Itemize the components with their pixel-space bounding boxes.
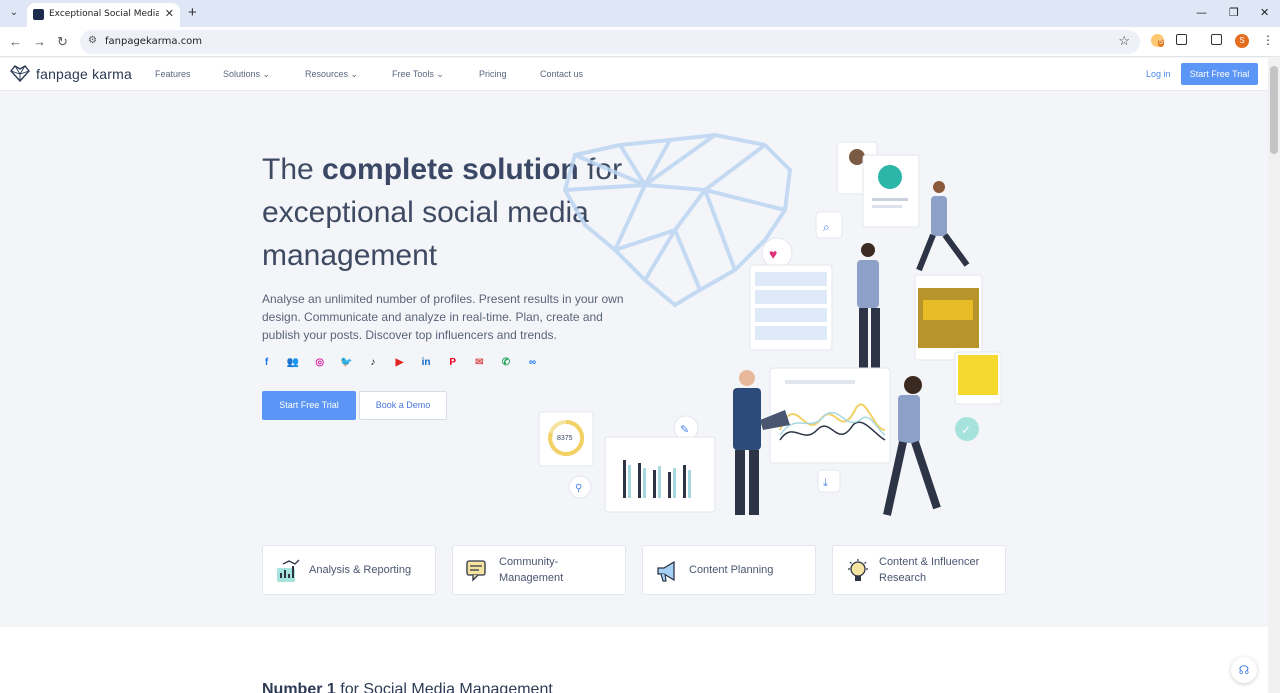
back-icon[interactable]: ←	[9, 34, 22, 49]
site-info-icon[interactable]: ⚙	[88, 35, 97, 46]
users-icon[interactable]: 👥	[287, 356, 300, 369]
nav-free-tools-label: Free Tools	[392, 69, 434, 79]
reload-icon[interactable]: ↻	[57, 34, 68, 50]
instagram-icon[interactable]: ◎	[313, 356, 326, 369]
address-bar[interactable]: ⚙ fanpagekarma.com ☆	[80, 30, 1140, 54]
chevron-down-icon: ⌄	[350, 69, 359, 79]
url-text[interactable]: fanpagekarma.com	[105, 36, 202, 47]
nav-solutions[interactable]: Solutions ⌄	[223, 69, 270, 80]
youtube-icon[interactable]: ▶	[393, 356, 406, 369]
gauge-value: 8375	[557, 435, 573, 442]
tab-title: Exceptional Social Media Ma	[49, 9, 159, 19]
site-header: fanpage karma Features Solutions ⌄ Resou…	[0, 58, 1268, 91]
pencil-icon: ✎	[680, 424, 689, 436]
side-panel-icon[interactable]	[1211, 34, 1222, 45]
linkedin-icon[interactable]: in	[420, 356, 433, 369]
user-icon: ⚲	[575, 483, 582, 494]
avatar	[878, 165, 902, 189]
megaphone-icon	[657, 560, 675, 582]
chevron-down-icon: ⌄	[262, 69, 271, 79]
maximize-button[interactable]: ❐	[1229, 6, 1239, 19]
support-chat-button[interactable]: ☊	[1231, 657, 1257, 683]
nav-resources[interactable]: Resources ⌄	[305, 69, 358, 80]
logo-icon[interactable]	[10, 65, 30, 82]
feature-card-planning[interactable]: Content Planning	[642, 545, 816, 595]
twitter-icon[interactable]: 🐦	[340, 356, 353, 369]
forward-icon[interactable]: →	[33, 34, 46, 49]
login-link[interactable]: Log in	[1146, 69, 1171, 79]
whatsapp-icon[interactable]: ✆	[499, 356, 512, 369]
check-icon: ✓	[961, 423, 971, 437]
browser-tabbar: ⌄ Exceptional Social Media Ma ✕ + — ❐ ✕	[0, 0, 1280, 27]
bookmark-star-icon[interactable]: ☆	[1118, 33, 1130, 49]
logo-text[interactable]: fanpage karma	[36, 66, 132, 82]
minimize-button[interactable]: —	[1196, 6, 1207, 19]
nav-free-tools[interactable]: Free Tools ⌄	[392, 69, 444, 80]
lightbulb-icon	[848, 559, 868, 581]
nav-resources-label: Resources	[305, 69, 349, 79]
book-demo-button[interactable]: Book a Demo	[359, 391, 447, 420]
nav-pricing[interactable]: Pricing	[479, 69, 507, 79]
analysis-icon	[277, 559, 300, 582]
headset-icon: ☊	[1238, 663, 1250, 677]
hero-illustration: ⌕ ♥ ✓ ✎ 8375 ⚲ ⤓	[538, 132, 1002, 516]
feature-card-community[interactable]: Community- Management	[452, 545, 626, 595]
lower-section	[0, 627, 1268, 693]
feature-label: Content & Influencer Research	[879, 556, 980, 584]
feature-label: Content Planning	[689, 564, 774, 576]
search-icon: ⌕	[823, 220, 830, 234]
facebook-icon[interactable]: f	[260, 356, 273, 369]
new-tab-button[interactable]: +	[188, 4, 197, 21]
feature-label: Community- Management	[499, 556, 564, 584]
nav-solutions-label: Solutions	[223, 69, 261, 79]
chevron-down-icon: ⌄	[436, 69, 444, 79]
feature-card-research[interactable]: Content & Influencer Research	[832, 545, 1006, 595]
close-window-button[interactable]: ✕	[1260, 6, 1269, 19]
start-free-trial-button[interactable]: Start Free Trial	[262, 391, 356, 420]
tab-close-icon[interactable]: ✕	[165, 7, 174, 20]
browser-toolbar: ← → ↻ ⚙ fanpagekarma.com ☆	[0, 27, 1280, 57]
header-start-trial-button[interactable]: Start Free Trial	[1181, 63, 1258, 85]
extension-icon[interactable]: 5	[1151, 34, 1164, 47]
tab-search-icon[interactable]: ⌄	[6, 5, 22, 21]
scroll-thumb[interactable]	[1270, 66, 1278, 154]
heart-icon: ♥	[769, 246, 777, 262]
favicon-icon	[33, 9, 44, 20]
browser-menu-icon[interactable]: ⋮	[1262, 34, 1276, 48]
nav-contact[interactable]: Contact us	[540, 69, 583, 79]
extension-badge: 5	[1158, 39, 1164, 47]
feature-card-analysis[interactable]: Analysis & Reporting	[262, 545, 436, 595]
tiktok-icon[interactable]: ♪	[366, 356, 379, 369]
extensions-puzzle-icon[interactable]	[1176, 34, 1187, 45]
mail-icon[interactable]: ✉	[473, 356, 486, 369]
nav-features[interactable]: Features	[155, 69, 191, 79]
chat-icon	[466, 560, 486, 582]
profile-avatar[interactable]: S	[1235, 34, 1249, 48]
page-scrollbar[interactable]	[1268, 58, 1280, 693]
browser-tab[interactable]: Exceptional Social Media Ma ✕	[27, 3, 180, 27]
feature-label: Analysis & Reporting	[309, 564, 412, 576]
section-title: Number 1 for Social Media Management	[262, 681, 553, 693]
download-icon: ⤓	[823, 477, 828, 489]
pinterest-icon[interactable]: P	[446, 356, 459, 369]
